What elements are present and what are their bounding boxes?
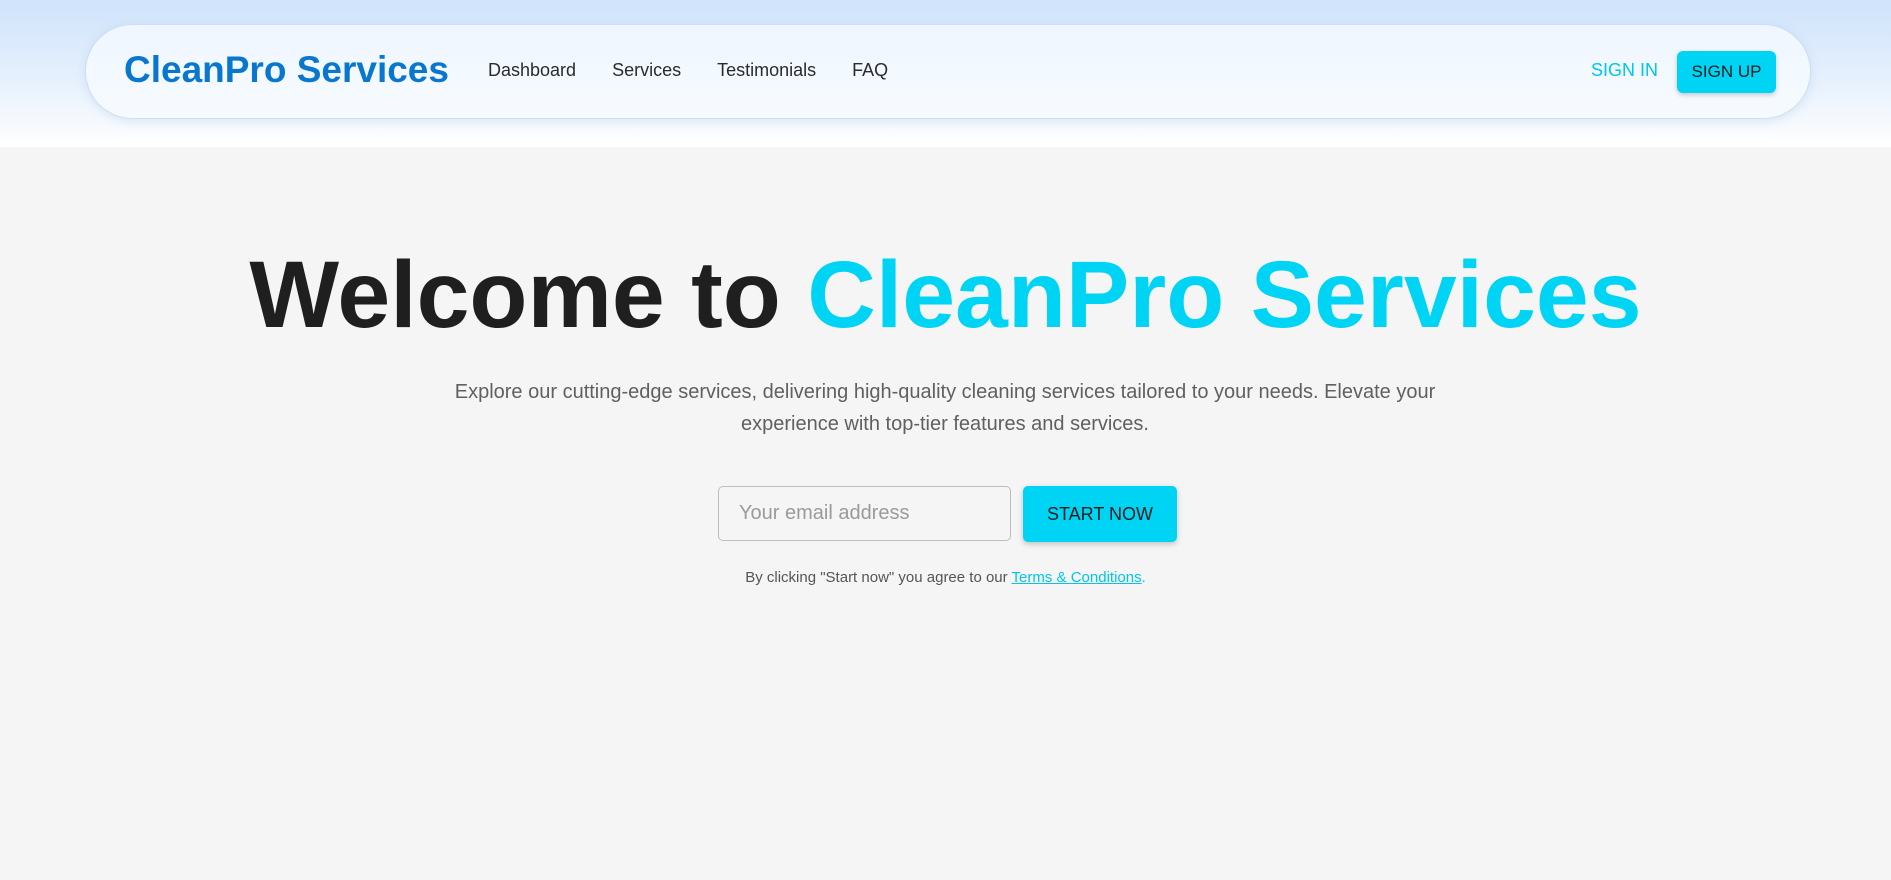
terms-suffix: . — [1141, 569, 1146, 586]
main-nav: Dashboard Services Testimonials FAQ — [488, 60, 888, 81]
brand-logo[interactable]: CleanPro Services — [124, 49, 449, 91]
email-input[interactable] — [718, 486, 1011, 541]
terms-prefix: By clicking "Start now" you agree to our — [745, 569, 1012, 586]
hero-title: Welcome to CleanPro Services — [0, 240, 1891, 350]
terms-notice: By clicking "Start now" you agree to our… — [0, 569, 1891, 586]
nav-link-faq[interactable]: FAQ — [852, 60, 888, 81]
nav-link-dashboard[interactable]: Dashboard — [488, 60, 576, 81]
hero-subtitle: Explore our cutting-edge services, deliv… — [454, 381, 1436, 435]
sign-in-link[interactable]: SIGN IN — [1591, 60, 1658, 81]
hero-title-prefix: Welcome to — [249, 242, 808, 348]
start-now-button[interactable]: START NOW — [1023, 486, 1177, 542]
terms-link[interactable]: Terms & Conditions — [1012, 569, 1142, 586]
nav-link-services[interactable]: Services — [612, 60, 681, 81]
hero-title-accent: CleanPro Services — [807, 242, 1642, 348]
navbar: CleanPro Services Dashboard Services Tes… — [85, 24, 1811, 119]
nav-link-testimonials[interactable]: Testimonials — [717, 60, 816, 81]
sign-up-button[interactable]: SIGN UP — [1677, 51, 1776, 93]
